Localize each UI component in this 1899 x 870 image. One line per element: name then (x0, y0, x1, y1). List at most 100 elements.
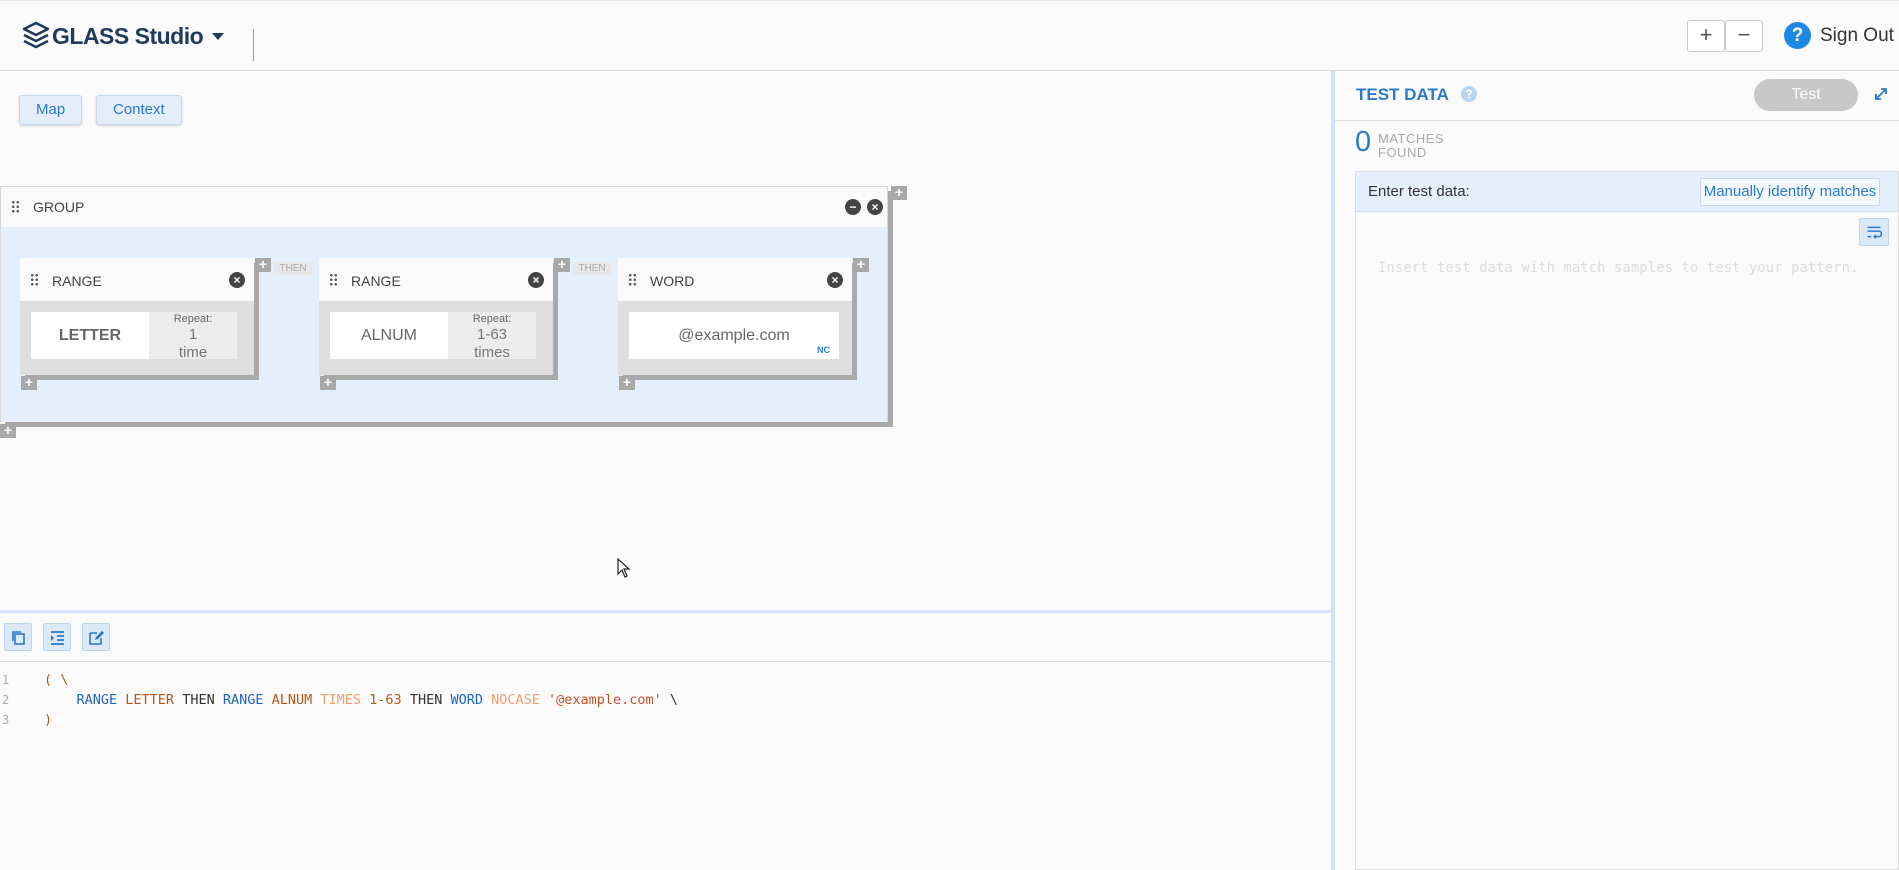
code-token: TIMES (320, 692, 370, 708)
close-icon[interactable]: × (528, 272, 544, 288)
drag-handle-icon[interactable] (628, 273, 637, 286)
line-number: 3 (2, 713, 10, 727)
node-type-label: RANGE (52, 273, 102, 289)
code-token: LETTER (125, 692, 183, 708)
code-pane: 1 ( \ 2 RANGE LETTER THEN RANGE ALNUM TIME… (0, 613, 1331, 870)
add-after-node-icon[interactable]: + (853, 257, 869, 272)
node-body: ALNUM Repeat: 1-63 times (319, 301, 553, 375)
node-body: @example.com NC (618, 301, 852, 375)
range-node-alnum[interactable]: RANGE × ALNUM Repeat: 1-63 times (319, 258, 553, 375)
close-icon[interactable]: × (229, 272, 245, 288)
test-data-input[interactable] (1378, 256, 1888, 556)
word-value[interactable]: @example.com NC (629, 312, 839, 359)
matches-count: 0 (1355, 126, 1372, 158)
code-token: ( \ (44, 672, 69, 688)
line-number: 2 (2, 693, 10, 707)
drag-handle-icon[interactable] (11, 200, 20, 213)
range-value[interactable]: LETTER (31, 312, 149, 359)
matches-label: MATCHES (1378, 131, 1445, 146)
node-header: WORD × (618, 258, 852, 301)
code-token: '@example.com' (548, 692, 670, 708)
group-label: GROUP (33, 199, 85, 215)
indent-icon (51, 631, 64, 645)
enter-test-data-label: Enter test data: (1368, 183, 1470, 200)
context-button[interactable]: Context (96, 95, 182, 125)
test-data-box: Enter test data: Manually identify match… (1355, 171, 1899, 870)
manually-identify-matches-button[interactable]: Manually identify matches (1700, 178, 1880, 206)
code-token: NOCASE (491, 692, 548, 708)
add-below-node-icon[interactable]: + (619, 375, 635, 390)
then-connector: THEN (274, 262, 312, 275)
logo[interactable]: GLASS Studio (22, 21, 204, 51)
range-value[interactable]: ALNUM (330, 312, 448, 359)
drag-handle-icon[interactable] (30, 273, 39, 286)
node-header: RANGE × (319, 258, 553, 301)
pattern-canvas[interactable]: Map Context GROUP − × + + RANGE × LETTER… (0, 71, 1331, 610)
top-bar: GLASS Studio + − ? Sign Out (0, 0, 1899, 71)
edit-icon (89, 631, 104, 645)
group-header: GROUP − × (1, 187, 887, 227)
then-connector: THEN (573, 262, 611, 275)
code-token: 1-63 (369, 692, 410, 708)
line-number: 1 (2, 673, 10, 687)
test-data-title: TEST DATA (1356, 85, 1449, 104)
add-below-node-icon[interactable]: + (21, 375, 37, 390)
found-label: FOUND (1378, 145, 1427, 160)
close-icon[interactable]: × (867, 199, 883, 215)
add-below-group-icon[interactable]: + (0, 423, 16, 438)
zoom-in-button[interactable]: + (1687, 20, 1725, 52)
test-button[interactable]: Test (1754, 79, 1858, 111)
expand-icon[interactable] (1873, 86, 1889, 102)
test-data-panel: TEST DATA ? Test 0 MATCHES FOUND Enter t… (1335, 71, 1899, 870)
mouse-cursor-icon (617, 558, 631, 578)
app-menu-chevron-down-icon[interactable] (212, 33, 224, 40)
node-body: LETTER Repeat: 1 time (20, 301, 254, 375)
nocase-flag[interactable]: NC (817, 345, 830, 356)
code-token: RANGE (44, 692, 126, 708)
close-icon[interactable]: × (827, 272, 843, 288)
wrap-text-icon (1867, 226, 1883, 239)
divider (1335, 120, 1899, 121)
map-button[interactable]: Map (19, 95, 83, 125)
collapse-icon[interactable]: − (845, 199, 861, 215)
help-icon[interactable]: ? (1784, 22, 1811, 49)
repeat-box[interactable]: Repeat: 1 time (149, 312, 237, 361)
add-after-group-icon[interactable]: + (891, 185, 907, 200)
repeat-label: Repeat: (173, 313, 213, 325)
code-text: ( \ (44, 670, 68, 690)
add-after-node-icon[interactable]: + (255, 257, 271, 272)
test-data-header: Enter test data: Manually identify match… (1356, 172, 1898, 212)
code-token: \ (669, 692, 679, 708)
copy-icon (12, 631, 25, 645)
brand-name: GLASS Studio (52, 22, 204, 49)
code-token: THEN (409, 692, 451, 708)
edit-button[interactable] (82, 623, 110, 651)
code-token: WORD (450, 692, 492, 708)
code-toolbar (0, 613, 1331, 662)
code-text: ) (44, 710, 52, 730)
glass-logo-icon (22, 21, 50, 49)
add-below-node-icon[interactable]: + (320, 375, 336, 390)
code-token: ALNUM (271, 692, 321, 708)
wrap-text-button[interactable] (1859, 218, 1889, 246)
drag-handle-icon[interactable] (329, 273, 338, 286)
code-token: ) (44, 712, 53, 728)
node-type-label: WORD (650, 273, 695, 289)
sign-out-link[interactable]: Sign Out (1820, 25, 1894, 47)
copy-button[interactable] (4, 623, 32, 651)
help-icon[interactable]: ? (1461, 86, 1477, 102)
code-text: RANGE LETTER THEN RANGE ALNUM TIMES 1-63… (44, 690, 679, 710)
repeat-value: 1 time (178, 326, 208, 361)
node-header: RANGE × (20, 258, 254, 301)
repeat-box[interactable]: Repeat: 1-63 times (448, 312, 536, 361)
add-after-node-icon[interactable]: + (554, 257, 570, 272)
repeat-label: Repeat: (472, 313, 512, 325)
zoom-out-button[interactable]: − (1725, 20, 1763, 52)
repeat-value: 1-63 times (474, 326, 510, 361)
code-token: THEN (182, 692, 223, 708)
format-button[interactable] (43, 623, 71, 651)
divider (253, 29, 254, 61)
code-token: RANGE (222, 692, 272, 708)
word-node[interactable]: WORD × @example.com NC (618, 258, 852, 375)
range-node-letter[interactable]: RANGE × LETTER Repeat: 1 time (20, 258, 254, 375)
